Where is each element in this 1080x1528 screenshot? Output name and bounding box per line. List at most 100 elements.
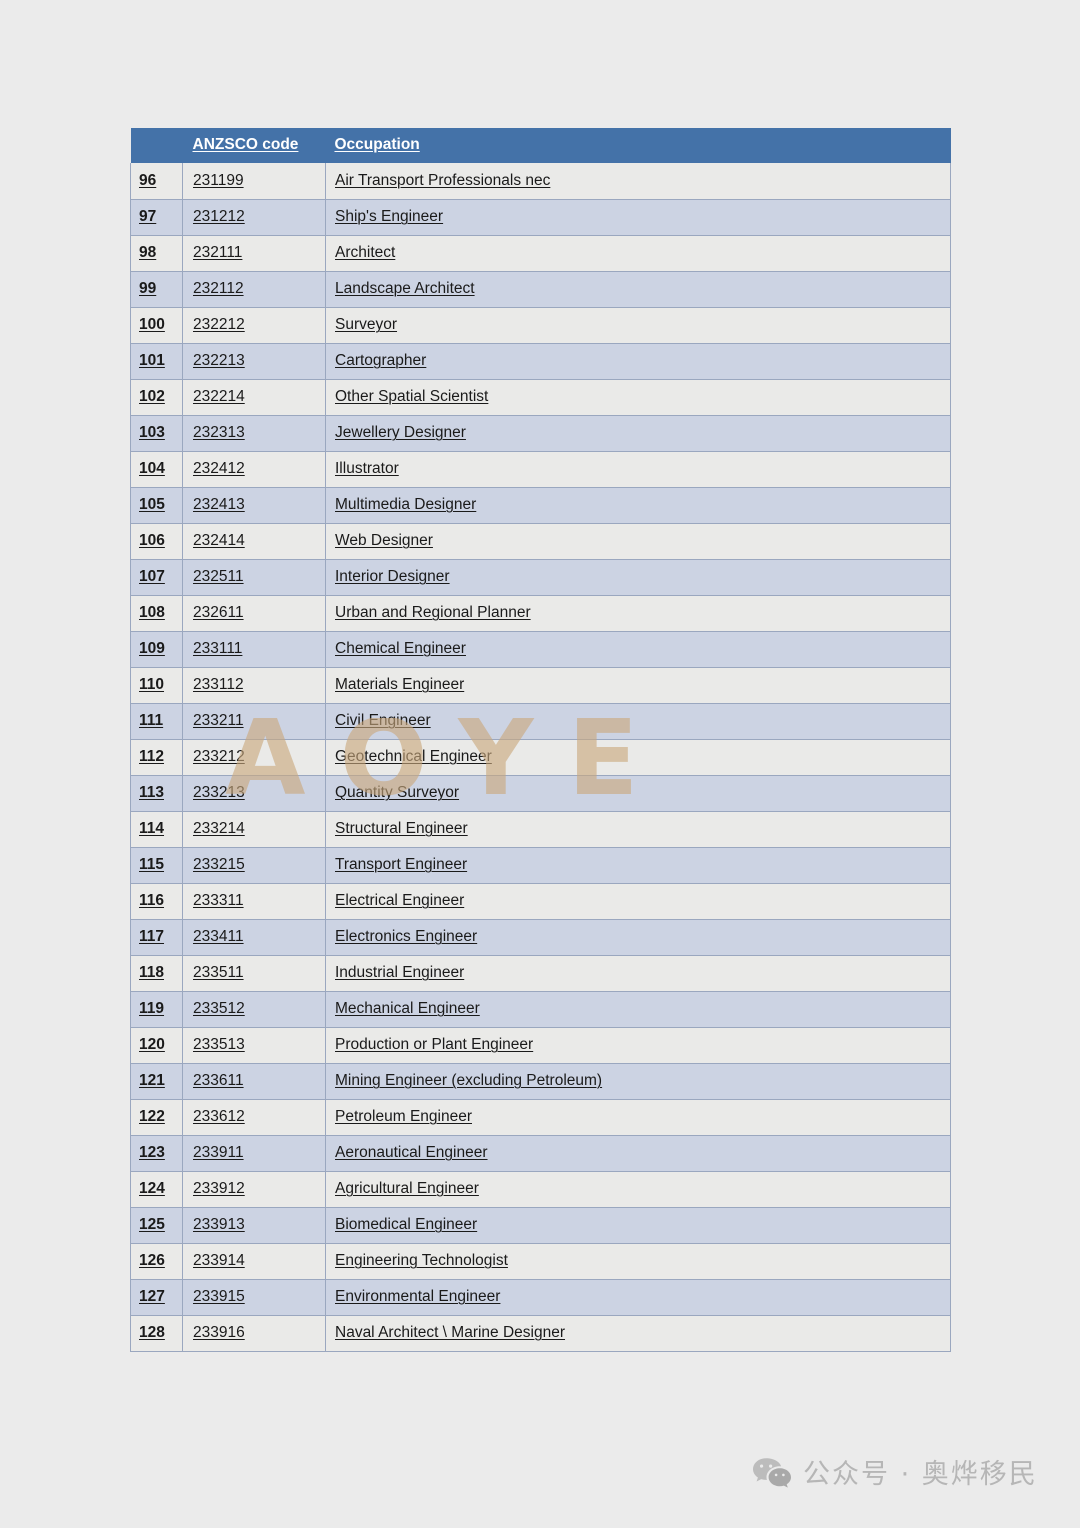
anzsco-code-cell[interactable]: 232413 [182,487,326,524]
row-index-label: 103 [139,424,165,441]
occupation-cell[interactable]: Illustrator [325,451,951,488]
occupation-label: Web Designer [335,532,433,549]
row-index-label: 121 [139,1072,165,1089]
anzsco-code-label: 233913 [193,1216,245,1233]
row-index-cell: 116 [130,883,183,920]
occupation-label: Production or Plant Engineer [335,1036,534,1053]
anzsco-code-cell[interactable]: 232313 [182,415,326,452]
row-index-label: 106 [139,532,165,549]
anzsco-code-cell[interactable]: 232212 [182,307,326,344]
occupation-cell[interactable]: Engineering Technologist [325,1243,951,1280]
anzsco-code-cell[interactable]: 232611 [182,595,326,632]
row-index-cell: 123 [130,1135,183,1172]
row-index-label: 120 [139,1036,165,1053]
occupation-cell[interactable]: Mechanical Engineer [325,991,951,1028]
occupation-cell[interactable]: Naval Architect \ Marine Designer [325,1315,951,1352]
occupation-cell[interactable]: Landscape Architect [325,271,951,308]
row-index-cell: 106 [130,523,183,560]
anzsco-code-cell[interactable]: 231199 [182,163,326,200]
occupation-cell[interactable]: Surveyor [325,307,951,344]
anzsco-code-label: 233916 [193,1324,245,1341]
anzsco-code-label: 233611 [193,1072,244,1089]
occupation-cell[interactable]: Architect [325,235,951,272]
occupation-cell[interactable]: Multimedia Designer [325,487,951,524]
occupation-cell[interactable]: Other Spatial Scientist [325,379,951,416]
anzsco-code-cell[interactable]: 233311 [182,883,326,920]
anzsco-code-cell[interactable]: 233511 [182,955,326,992]
occupation-cell[interactable]: Mining Engineer (excluding Petroleum) [325,1063,951,1100]
table-row: 116 233311 Electrical Engineer [130,883,951,920]
table-row: 121 233611 Mining Engineer (excluding Petr… [130,1063,951,1100]
anzsco-code-cell[interactable]: 232213 [182,343,326,380]
anzsco-code-cell[interactable]: 233912 [182,1171,326,1208]
anzsco-code-label: 232511 [193,568,244,585]
row-index-label: 122 [139,1108,165,1125]
occupation-cell[interactable]: Transport Engineer [325,847,951,884]
anzsco-code-cell[interactable]: 233111 [182,631,326,668]
anzsco-code-cell[interactable]: 233512 [182,991,326,1028]
row-index-cell: 122 [130,1099,183,1136]
table-row: 115 233215 Transport Engineer [130,847,951,884]
occupation-cell[interactable]: Civil Engineer [325,703,951,740]
column-header-anzsco-code[interactable]: ANZSCO code [182,128,326,163]
occupation-cell[interactable]: Jewellery Designer [325,415,951,452]
anzsco-code-label: 233411 [193,928,244,945]
occupation-cell[interactable]: Aeronautical Engineer [325,1135,951,1172]
anzsco-code-cell[interactable]: 232511 [182,559,326,596]
row-index-label: 97 [139,208,157,225]
row-index-cell: 112 [130,739,183,776]
occupation-cell[interactable]: Interior Designer [325,559,951,596]
anzsco-code-cell[interactable]: 233411 [182,919,326,956]
occupation-cell[interactable]: Chemical Engineer [325,631,951,668]
occupation-cell[interactable]: Ship's Engineer [325,199,951,236]
occupation-cell[interactable]: Biomedical Engineer [325,1207,951,1244]
anzsco-code-cell[interactable]: 233911 [182,1135,326,1172]
occupation-cell[interactable]: Geotechnical Engineer [325,739,951,776]
anzsco-code-cell[interactable]: 233914 [182,1243,326,1280]
anzsco-code-label: 232611 [193,604,244,621]
anzsco-code-cell[interactable]: 233212 [182,739,326,776]
occupation-cell[interactable]: Structural Engineer [325,811,951,848]
table-row: 97 231212 Ship's Engineer [130,199,951,236]
occupation-cell[interactable]: Electronics Engineer [325,919,951,956]
anzsco-code-cell[interactable]: 232214 [182,379,326,416]
occupation-label: Aeronautical Engineer [335,1144,488,1161]
occupation-cell[interactable]: Air Transport Professionals nec [325,163,951,200]
anzsco-code-cell[interactable]: 233211 [182,703,326,740]
anzsco-code-cell[interactable]: 232111 [182,235,326,272]
anzsco-code-cell[interactable]: 233611 [182,1063,326,1100]
anzsco-code-cell[interactable]: 232414 [182,523,326,560]
anzsco-code-cell[interactable]: 233513 [182,1027,326,1064]
anzsco-code-cell[interactable]: 233112 [182,667,326,704]
table-row: 101 232213 Cartographer [130,343,951,380]
row-index-label: 101 [139,352,165,369]
anzsco-code-cell[interactable]: 233213 [182,775,326,812]
occupation-cell[interactable]: Quantity Surveyor [325,775,951,812]
occupation-cell[interactable]: Cartographer [325,343,951,380]
anzsco-code-cell[interactable]: 233612 [182,1099,326,1136]
table-row: 99 232112 Landscape Architect [130,271,951,308]
anzsco-code-cell[interactable]: 233214 [182,811,326,848]
anzsco-code-label: 233111 [193,640,243,657]
occupation-cell[interactable]: Environmental Engineer [325,1279,951,1316]
anzsco-code-cell[interactable]: 233915 [182,1279,326,1316]
row-index-cell: 126 [130,1243,183,1280]
occupation-cell[interactable]: Electrical Engineer [325,883,951,920]
anzsco-code-cell[interactable]: 233215 [182,847,326,884]
anzsco-code-cell[interactable]: 233913 [182,1207,326,1244]
anzsco-code-cell[interactable]: 233916 [182,1315,326,1352]
occupation-cell[interactable]: Materials Engineer [325,667,951,704]
table-row: 109 233111 Chemical Engineer [130,631,951,668]
occupation-cell[interactable]: Petroleum Engineer [325,1099,951,1136]
anzsco-code-cell[interactable]: 232112 [182,271,326,308]
occupation-cell[interactable]: Urban and Regional Planner [325,595,951,632]
column-header-occupation[interactable]: Occupation [325,128,951,163]
occupation-cell[interactable]: Industrial Engineer [325,955,951,992]
occupation-cell[interactable]: Web Designer [325,523,951,560]
anzsco-code-cell[interactable]: 231212 [182,199,326,236]
occupation-cell[interactable]: Production or Plant Engineer [325,1027,951,1064]
anzsco-code-cell[interactable]: 232412 [182,451,326,488]
row-index-label: 100 [139,316,165,333]
occupation-cell[interactable]: Agricultural Engineer [325,1171,951,1208]
row-index-cell: 103 [130,415,183,452]
